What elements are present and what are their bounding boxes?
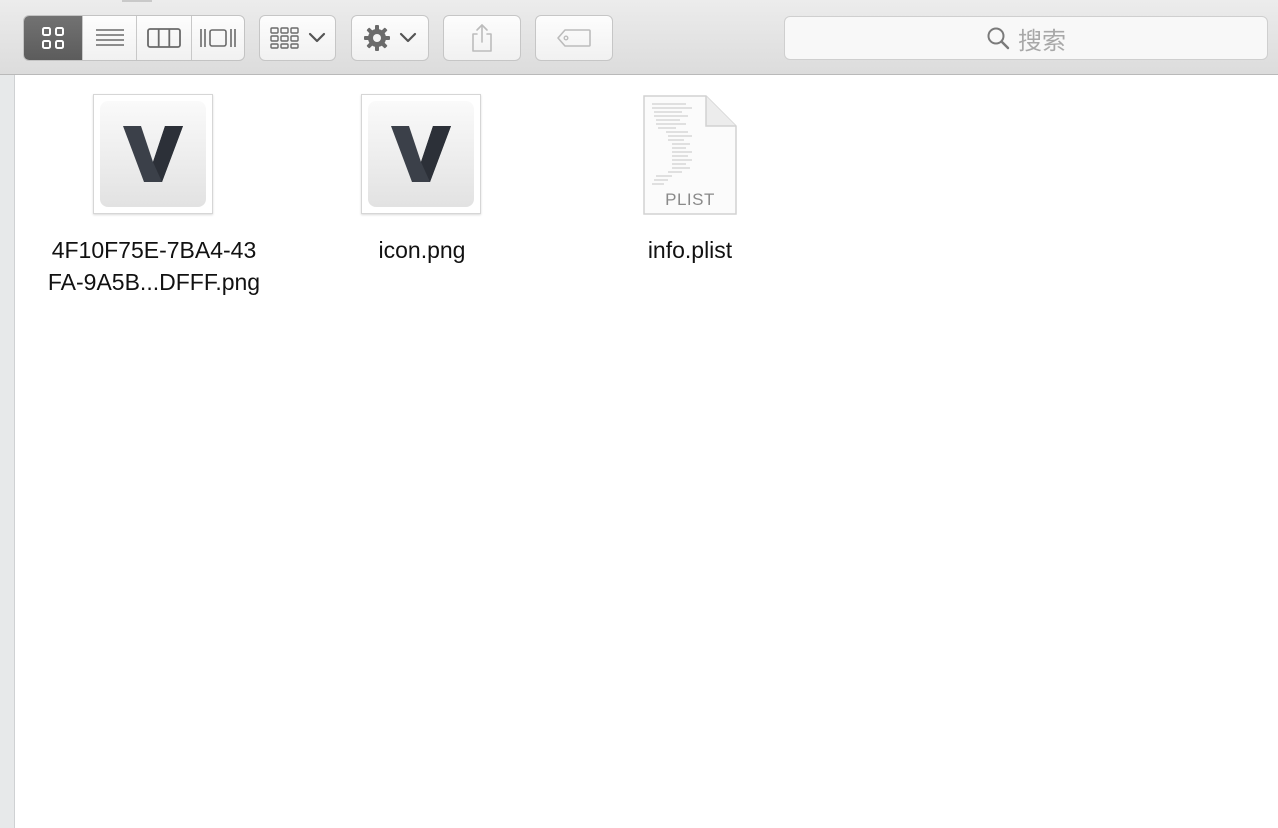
file-thumbnail (93, 94, 215, 216)
grid-icon (42, 27, 64, 49)
v-logo-icon (123, 126, 183, 182)
search-placeholder: 搜索 (1018, 26, 1066, 55)
search-field[interactable]: 搜索 (784, 16, 1268, 60)
file-thumbnail (361, 94, 483, 216)
list-icon (95, 29, 124, 46)
file-name: 4F10F75E-7BA4-43 FA-9A5B...DFFF.png (47, 237, 261, 295)
group-grid-icon (269, 27, 299, 49)
cover-flow-view-button[interactable] (192, 16, 244, 60)
file-thumbnail: PLIST (629, 94, 751, 216)
file-item[interactable]: icon.png (292, 94, 552, 266)
list-view-button[interactable] (83, 16, 137, 60)
share-button[interactable] (443, 15, 521, 61)
view-mode-control (23, 15, 245, 61)
file-item[interactable]: 4F10F75E-7BA4-43 FA-9A5B...DFFF.png (24, 94, 284, 298)
v-logo-icon (391, 126, 451, 182)
cover-flow-icon (200, 29, 236, 47)
columns-icon (147, 28, 181, 48)
chevron-down-icon (308, 32, 325, 43)
search-icon (987, 27, 1010, 50)
window-edge-marker (122, 0, 152, 2)
group-by-button[interactable] (259, 15, 336, 61)
plist-label: PLIST (665, 190, 715, 209)
tag-button[interactable] (535, 15, 613, 61)
share-icon (472, 24, 492, 52)
finder-toolbar: 搜索 (0, 0, 1278, 75)
sidebar-edge (0, 75, 15, 828)
column-view-button[interactable] (137, 16, 192, 60)
file-name: icon.png (378, 237, 466, 263)
file-item[interactable]: PLIST info.plist (560, 94, 820, 266)
gear-icon (364, 25, 390, 51)
tag-icon (557, 29, 591, 47)
action-button[interactable] (351, 15, 429, 61)
chevron-down-icon (399, 32, 417, 43)
file-name: info.plist (647, 237, 733, 263)
icon-view-button[interactable] (24, 16, 83, 60)
